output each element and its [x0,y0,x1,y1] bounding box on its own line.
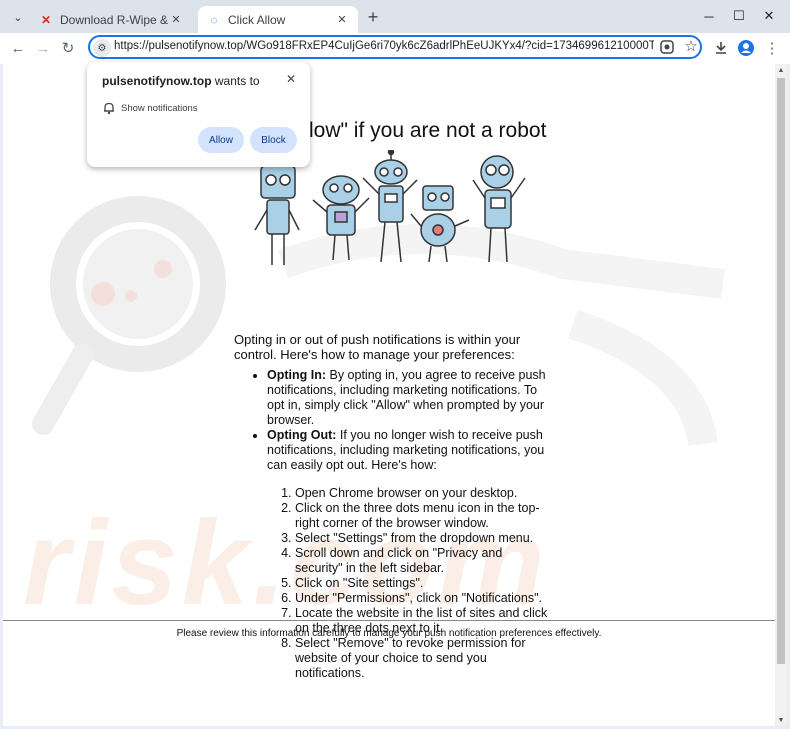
allow-button[interactable]: Allow [198,127,244,153]
permission-label: Show notifications [121,103,198,114]
address-bar[interactable]: ⚙ https://pulsenotifynow.top/WGo918FRxEP… [88,35,702,59]
download-icon[interactable] [711,38,731,58]
close-tab-icon[interactable]: ✕ [334,12,350,28]
list-item: Opting In: By opting in, you agree to re… [267,368,549,428]
bell-icon [104,102,114,115]
bullet-title: Opting Out: [267,428,337,442]
back-icon[interactable]: ← [8,38,28,58]
list-item: Opting Out: If you no longer wish to rec… [267,428,549,681]
close-popup-icon[interactable]: ✕ [284,72,298,86]
divider [3,620,775,621]
close-window-icon[interactable]: ✕ [757,6,781,26]
page-scrollbar[interactable]: ▲ ▼ [775,64,787,726]
list-item: Scroll down and click on "Privacy and se… [295,546,549,576]
x-favicon-icon: ✕ [40,12,52,27]
url-text[interactable]: https://pulsenotifynow.top/WGo918FRxEP4C… [114,40,654,52]
site-info-icon[interactable]: ⚙ [93,39,111,57]
footer-text: Please review this information carefully… [176,628,602,639]
menu-dots-icon[interactable]: ⋮ [762,38,782,58]
notification-permission-popup: pulsenotifynow.top wants to ✕ Show notif… [87,62,310,167]
reload-icon[interactable]: ↻ [58,38,78,58]
minimize-icon[interactable]: ─ [697,6,721,26]
list-item: Open Chrome browser on your desktop. [295,486,549,501]
tab-strip: ⌄ ✕ Download R-Wipe & Clean 20.0 ✕ ◌ Cli… [0,0,790,33]
intro-text: Opting in or out of push notifications i… [234,332,521,362]
popup-site: pulsenotifynow.top [102,74,212,88]
tab-label: Click Allow [228,12,286,27]
loading-favicon-icon: ◌ [210,12,218,27]
list-item: Select "Remove" to revoke permission for… [295,636,549,681]
popup-wants-to: wants to [214,74,260,88]
tab-label: Download R-Wipe & Clean 20.0 [60,12,168,27]
opt-out-steps: Open Chrome browser on your desktop. Cli… [267,486,549,681]
forward-icon[interactable]: → [33,38,53,58]
block-button[interactable]: Block [250,127,297,153]
close-tab-icon[interactable]: ✕ [168,12,184,28]
bookmark-star-icon[interactable]: ☆ [682,37,700,55]
maximize-icon[interactable]: ☐ [727,6,751,26]
lens-icon[interactable] [659,39,675,55]
popup-title: pulsenotifynow.top wants to [102,74,260,88]
scroll-down-icon[interactable]: ▼ [775,714,787,726]
new-tab-icon[interactable]: + [364,7,382,27]
tab-download-rwipe[interactable]: ✕ Download R-Wipe & Clean 20.0 ✕ [30,6,192,33]
list-item: Under "Permissions", click on "Notificat… [295,591,549,606]
bullet-title: Opting In: [267,368,327,382]
robots-illustration [254,150,526,265]
list-item: Select "Settings" from the dropdown menu… [295,531,549,546]
browser-toolbar: ← → ↻ ⚙ https://pulsenotifynow.top/WGo91… [0,33,790,64]
profile-icon[interactable] [736,38,756,58]
tab-click-allow[interactable]: ◌ Click Allow ✕ [198,6,358,33]
scroll-up-icon[interactable]: ▲ [775,64,787,76]
tab-search-icon[interactable]: ⌄ [8,7,28,27]
list-item: Click on the three dots menu icon in the… [295,501,549,531]
scroll-thumb[interactable] [777,78,785,664]
list-item: Click on "Site settings". [295,576,549,591]
